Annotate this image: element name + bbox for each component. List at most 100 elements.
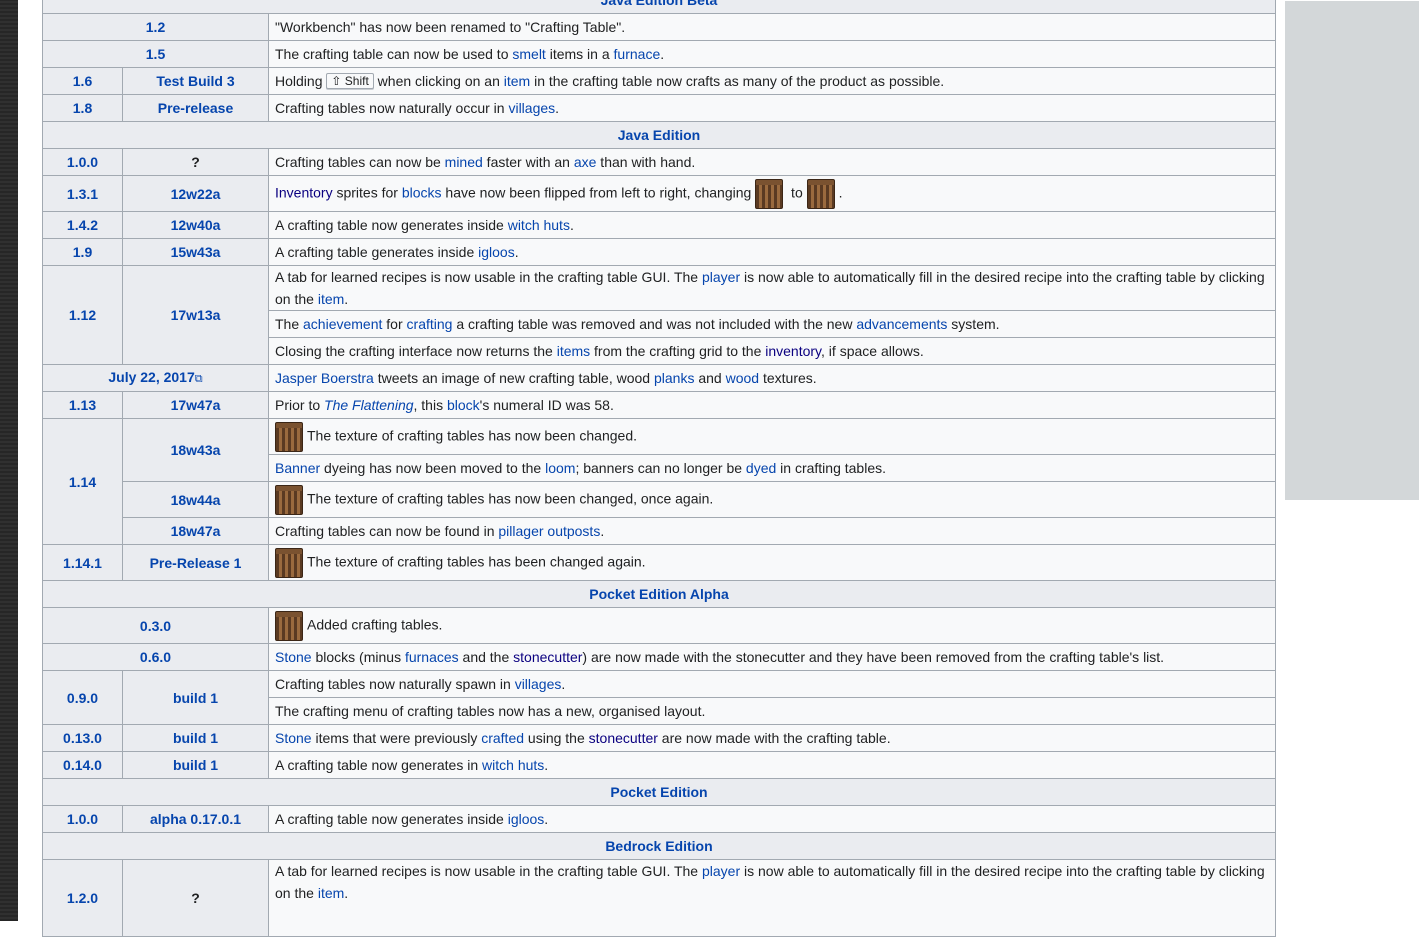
version-cell[interactable]: 0.13.0: [42, 724, 123, 752]
change-description: Closing the crafting interface now retur…: [268, 337, 1276, 365]
link-loom[interactable]: loom: [545, 460, 575, 476]
link-player[interactable]: player: [702, 863, 740, 879]
link-jasper-boerstra[interactable]: Jasper Boerstra: [275, 370, 374, 386]
link-pillager-outposts[interactable]: pillager outposts: [498, 523, 600, 539]
build-cell: ?: [122, 148, 269, 176]
build-cell[interactable]: Pre-release: [122, 94, 269, 122]
shift-key-badge: ⇧ Shift: [326, 73, 374, 89]
link-block[interactable]: block: [447, 397, 480, 413]
link-banner[interactable]: Banner: [275, 460, 320, 476]
version-cell[interactable]: 0.9.0: [42, 670, 123, 725]
version-cell[interactable]: 0.3.0: [42, 607, 269, 644]
version-cell[interactable]: 1.0.0: [42, 148, 123, 176]
build-cell[interactable]: 12w22a: [122, 175, 269, 212]
change-description: A tab for learned recipes is now usable …: [268, 859, 1276, 937]
build-cell[interactable]: build 1: [122, 751, 269, 779]
link-dyed[interactable]: dyed: [746, 460, 776, 476]
link-smelt[interactable]: smelt: [512, 46, 545, 62]
change-description: Prior to The Flattening, this block's nu…: [268, 391, 1276, 419]
link-witch-huts[interactable]: witch huts: [508, 217, 570, 233]
change-description: The crafting menu of crafting tables now…: [268, 697, 1276, 725]
version-cell[interactable]: 0.6.0: [42, 643, 269, 671]
version-cell[interactable]: 1.6: [42, 67, 123, 95]
build-cell[interactable]: 15w43a: [122, 238, 269, 266]
link-planks[interactable]: planks: [654, 370, 694, 386]
link-item[interactable]: item: [318, 291, 344, 307]
version-cell[interactable]: 1.14: [42, 418, 123, 545]
link-stone[interactable]: Stone: [275, 730, 312, 746]
link-blocks[interactable]: blocks: [402, 184, 442, 200]
version-cell[interactable]: 1.14.1: [42, 544, 123, 581]
left-edge-strip: [0, 0, 18, 921]
change-description: The texture of crafting tables has now b…: [268, 481, 1276, 518]
change-description: Jasper Boerstra tweets an image of new c…: [268, 364, 1276, 392]
version-cell[interactable]: 1.12: [42, 265, 123, 365]
version-cell[interactable]: 1.2.0: [42, 859, 123, 937]
link-crafting[interactable]: crafting: [407, 316, 453, 332]
build-cell[interactable]: build 1: [122, 724, 269, 752]
section-header-pocket[interactable]: Pocket Edition: [42, 778, 1276, 806]
build-cell: ?: [122, 859, 269, 937]
link-inventory[interactable]: Inventory: [275, 184, 333, 200]
build-cell[interactable]: 17w47a: [122, 391, 269, 419]
link-furnaces[interactable]: furnaces: [405, 649, 459, 665]
build-cell[interactable]: 17w13a: [122, 265, 269, 365]
build-cell[interactable]: 18w43a: [122, 418, 269, 482]
change-description: Crafting tables now naturally spawn in v…: [268, 670, 1276, 698]
link-axe[interactable]: axe: [574, 154, 597, 170]
link-items[interactable]: items: [557, 343, 590, 359]
change-description: A crafting table now generates inside ig…: [268, 805, 1276, 833]
version-cell[interactable]: 1.13: [42, 391, 123, 419]
link-mined[interactable]: mined: [445, 154, 483, 170]
link-stonecutter[interactable]: stonecutter: [513, 649, 582, 665]
version-cell[interactable]: 1.5: [42, 40, 269, 68]
link-advancements[interactable]: advancements: [856, 316, 947, 332]
link-wood[interactable]: wood: [726, 370, 759, 386]
change-description: Crafting tables can now be mined faster …: [268, 148, 1276, 176]
version-cell[interactable]: 1.2: [42, 13, 269, 41]
link-item[interactable]: item: [504, 73, 530, 89]
change-description: A crafting table now generates in witch …: [268, 751, 1276, 779]
build-cell[interactable]: alpha 0.17.0.1: [122, 805, 269, 833]
link-item[interactable]: item: [318, 885, 344, 901]
build-cell[interactable]: Test Build 3: [122, 67, 269, 95]
link-furnace[interactable]: furnace: [614, 46, 661, 62]
version-cell[interactable]: 1.8: [42, 94, 123, 122]
link-stonecutter[interactable]: stonecutter: [589, 730, 658, 746]
version-cell[interactable]: 1.4.2: [42, 211, 123, 239]
section-header-java-beta[interactable]: Java Edition Beta: [42, 0, 1276, 14]
version-cell[interactable]: 1.0.0: [42, 805, 123, 833]
change-description: The achievement for crafting a crafting …: [268, 310, 1276, 338]
crafting-table-texture-icon: [275, 547, 303, 578]
crafting-table-old-sprite-icon: [755, 178, 784, 209]
change-description: Crafting tables can now be found in pill…: [268, 517, 1276, 545]
link-inventory[interactable]: inventory: [765, 343, 821, 359]
change-description: The texture of crafting tables has been …: [268, 544, 1276, 581]
crafting-table-texture-icon: [275, 484, 303, 515]
link-villages[interactable]: villages: [508, 100, 555, 116]
change-description: The crafting table can now be used to sm…: [268, 40, 1276, 68]
version-cell[interactable]: 0.14.0: [42, 751, 123, 779]
build-cell[interactable]: 12w40a: [122, 211, 269, 239]
section-header-pocket-alpha[interactable]: Pocket Edition Alpha: [42, 580, 1276, 608]
section-header-bedrock[interactable]: Bedrock Edition: [42, 832, 1276, 860]
section-header-java[interactable]: Java Edition: [42, 121, 1276, 149]
link-the-flattening[interactable]: The Flattening: [324, 397, 414, 413]
link-achievement[interactable]: achievement: [303, 316, 382, 332]
link-player[interactable]: player: [702, 269, 740, 285]
build-cell[interactable]: build 1: [122, 670, 269, 725]
build-cell[interactable]: 18w47a: [122, 517, 269, 545]
history-table: Java Edition Beta 1.2 "Workbench" has no…: [42, 0, 1276, 937]
change-description: Stone blocks (minus furnaces and the sto…: [268, 643, 1276, 671]
version-date-cell[interactable]: July 22, 2017⧉: [42, 364, 269, 392]
link-stone[interactable]: Stone: [275, 649, 312, 665]
link-witch-huts[interactable]: witch huts: [482, 757, 544, 773]
build-cell[interactable]: 18w44a: [122, 481, 269, 518]
link-crafted[interactable]: crafted: [481, 730, 524, 746]
link-igloos[interactable]: igloos: [508, 811, 545, 827]
link-igloos[interactable]: igloos: [478, 244, 515, 260]
link-villages[interactable]: villages: [515, 676, 562, 692]
version-cell[interactable]: 1.3.1: [42, 175, 123, 212]
build-cell[interactable]: Pre-Release 1: [122, 544, 269, 581]
version-cell[interactable]: 1.9: [42, 238, 123, 266]
